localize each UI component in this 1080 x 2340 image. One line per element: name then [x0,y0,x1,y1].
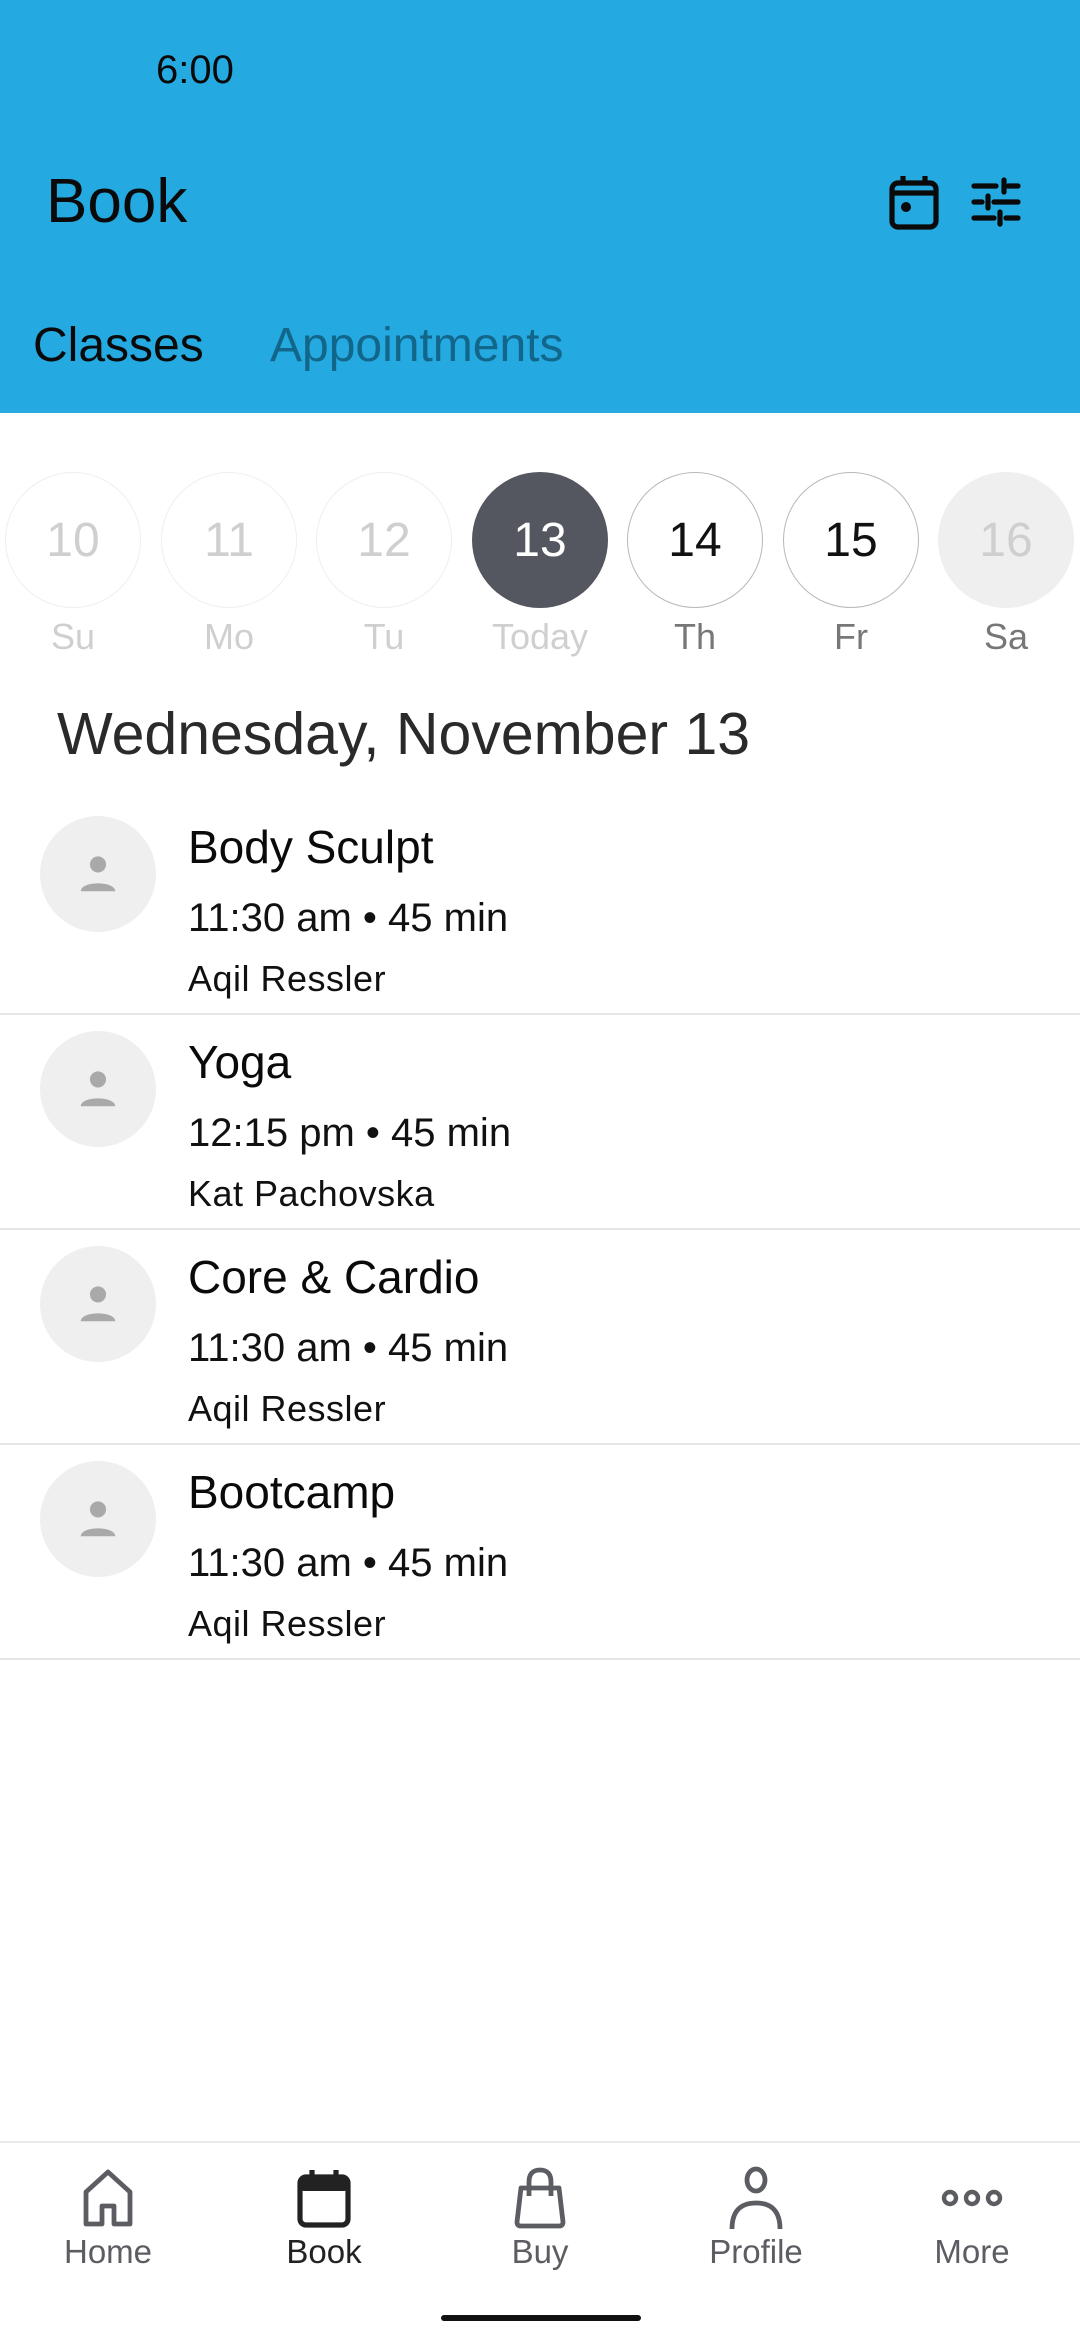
person-placeholder-icon [80,1286,116,1322]
instructor-avatar [40,1031,156,1147]
date-circle: 11 [161,472,297,608]
date-item-15[interactable]: 15 Fr [783,472,919,658]
instructor-avatar [40,1246,156,1362]
weekday-label: Mo [203,616,254,657]
bottom-nav: Home Book Buy Profile More [0,2141,1080,2340]
calendar-button[interactable] [882,170,946,234]
date-circle: 14 [627,472,763,608]
class-list-item[interactable]: Body Sculpt 11:30 am • 45 min Aqil Ressl… [0,800,1080,1015]
home-icon [83,2169,133,2227]
tab-classes[interactable]: Classes [33,318,204,373]
class-time-duration: 12:15 pm • 45 min [188,1111,512,1155]
class-instructor: Aqil Ressler [188,1388,387,1429]
home-indicator[interactable] [441,2315,641,2321]
nav-label: More [934,2233,1010,2270]
class-list-item[interactable]: Yoga 12:15 pm • 45 min Kat Pachovska [0,1015,1080,1230]
weekday-label: Fr [834,616,868,657]
person-placeholder-icon [80,1071,116,1107]
date-item-12[interactable]: 12 Tu [316,472,452,658]
person-icon [729,2166,783,2230]
tab-appointments[interactable]: Appointments [270,318,564,373]
nav-profile[interactable]: Profile [676,2165,836,2271]
date-heading: Wednesday, November 13 [57,701,751,767]
date-circle: 13 [472,472,608,608]
class-instructor: Aqil Ressler [188,1603,387,1644]
date-item-14[interactable]: 14 Th [627,472,763,658]
calendar-icon [297,2170,351,2228]
class-instructor: Aqil Ressler [188,958,387,999]
class-list: Body Sculpt 11:30 am • 45 min Aqil Ressl… [0,800,1080,1660]
instructor-avatar [40,1461,156,1577]
nav-label: Buy [511,2233,569,2270]
date-circle: 12 [316,472,452,608]
date-item-10[interactable]: 10 Su [5,472,141,658]
status-bar-time: 6:00 [156,48,234,92]
date-item-16[interactable]: 16 Sa [938,472,1074,658]
weekday-label: Tu [363,616,405,657]
class-name: Bootcamp [188,1466,396,1518]
filter-sliders-icon [971,177,1021,227]
nav-buy[interactable]: Buy [460,2165,620,2271]
person-placeholder-icon [80,856,116,892]
class-time-duration: 11:30 am • 45 min [188,1326,509,1370]
weekday-label: Su [50,616,96,657]
nav-book[interactable]: Book [244,2165,404,2271]
date-circle: 15 [783,472,919,608]
date-circle: 16 [938,472,1074,608]
class-name: Core & Cardio [188,1251,480,1303]
page-title: Book [46,167,188,236]
instructor-avatar [40,816,156,932]
app-bar: 6:00 Book Classes Appointments [0,0,1080,413]
nav-home[interactable]: Home [28,2165,188,2271]
nav-label: Profile [709,2233,803,2270]
nav-more[interactable]: More [892,2165,1052,2271]
date-strip: 10 Su 11 Mo 12 Tu 13 Today 14 Th 15 Fr 1… [0,472,1080,672]
class-name: Body Sculpt [188,821,434,873]
more-horizontal-icon [941,2189,1003,2207]
weekday-label: Today [491,616,589,657]
filter-button[interactable] [964,170,1028,234]
date-circle: 10 [5,472,141,608]
calendar-icon [889,176,939,230]
nav-label: Book [286,2233,362,2270]
class-list-item[interactable]: Bootcamp 11:30 am • 45 min Aqil Ressler [0,1445,1080,1660]
weekday-label: Th [673,616,716,657]
nav-label: Home [63,2233,153,2270]
class-time-duration: 11:30 am • 45 min [188,896,509,940]
date-item-13-selected[interactable]: 13 Today [472,472,608,658]
class-instructor: Kat Pachovska [188,1173,435,1214]
shopping-bag-icon [514,2167,566,2229]
weekday-label: Sa [983,616,1029,657]
person-placeholder-icon [80,1501,116,1537]
class-time-duration: 11:30 am • 45 min [188,1541,509,1585]
date-item-11[interactable]: 11 Mo [161,472,297,658]
class-name: Yoga [188,1036,292,1088]
class-list-item[interactable]: Core & Cardio 11:30 am • 45 min Aqil Res… [0,1230,1080,1445]
